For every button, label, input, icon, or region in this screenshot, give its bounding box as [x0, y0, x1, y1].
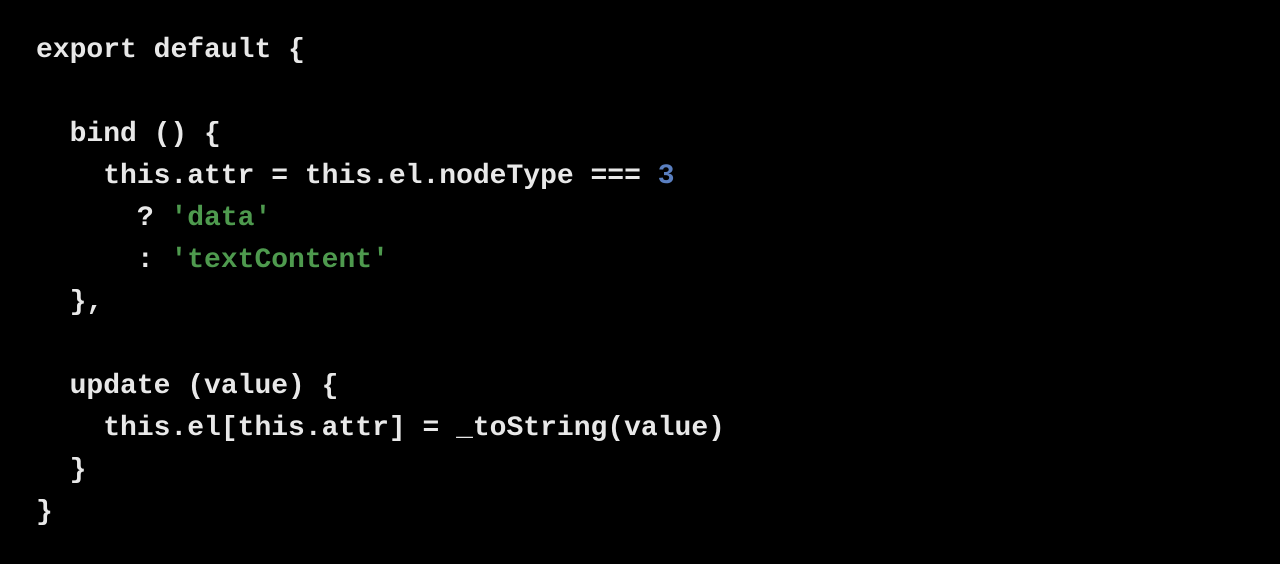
- method-update: update (value) {: [70, 371, 339, 402]
- code-line: update (value) {: [36, 371, 338, 402]
- code-block: export default { bind () { this.attr = t…: [0, 0, 1280, 564]
- code-line: this.attr = this.el.nodeType === 3: [36, 161, 675, 192]
- code-line: : 'textContent': [36, 245, 389, 276]
- ternary-question: ?: [137, 203, 171, 234]
- code-line: bind () {: [36, 119, 221, 150]
- keyword-export: export: [36, 35, 137, 66]
- brace-close: },: [70, 287, 104, 318]
- string-literal: 'textContent': [170, 245, 388, 276]
- brace-close: }: [70, 455, 87, 486]
- code-line: this.el[this.attr] = _toString(value): [36, 413, 725, 444]
- code-line: },: [36, 287, 103, 318]
- number-literal: 3: [658, 161, 675, 192]
- code-line: export default {: [36, 35, 305, 66]
- ternary-colon: :: [137, 245, 171, 276]
- method-bind: bind () {: [70, 119, 221, 150]
- string-literal: 'data': [170, 203, 271, 234]
- brace-close: }: [36, 497, 53, 528]
- code-line: }: [36, 455, 86, 486]
- assignment: this.attr = this.el.nodeType ===: [103, 161, 658, 192]
- brace-open: {: [271, 35, 305, 66]
- code-line: ? 'data': [36, 203, 271, 234]
- keyword-default: default: [154, 35, 272, 66]
- code-line: }: [36, 497, 53, 528]
- statement: this.el[this.attr] = _toString(value): [103, 413, 725, 444]
